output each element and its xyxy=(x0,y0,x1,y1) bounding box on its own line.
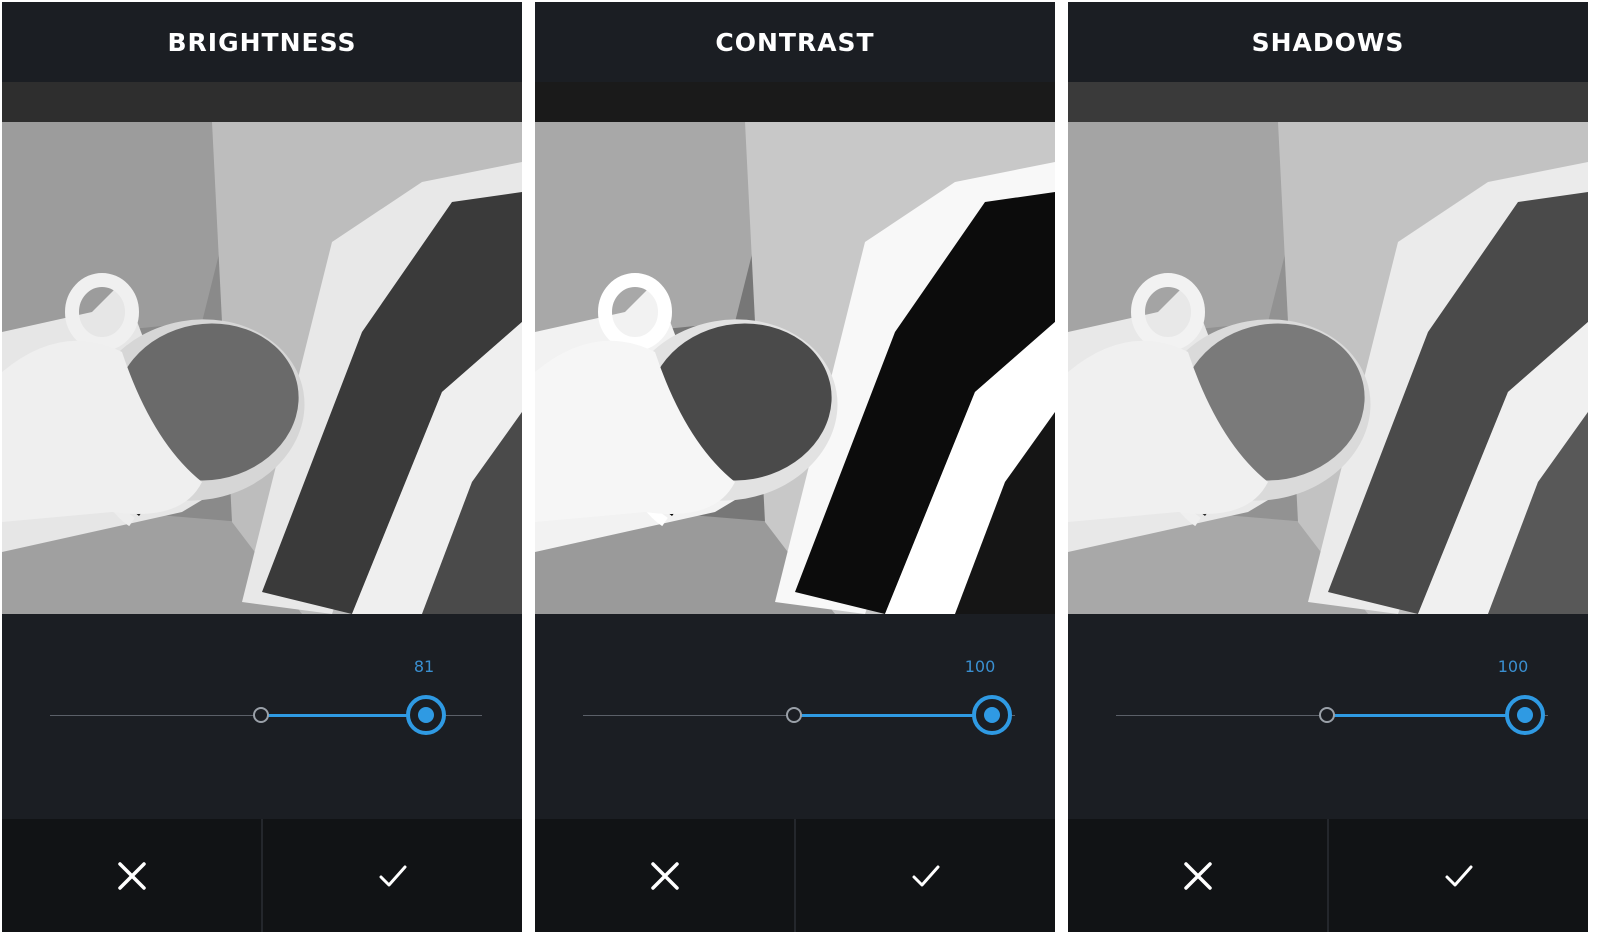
photo-preview xyxy=(1068,82,1588,614)
slider-value-label: 100 xyxy=(964,657,996,676)
cancel-button[interactable] xyxy=(2,819,263,932)
close-icon xyxy=(117,861,146,890)
photo-image xyxy=(535,82,1055,614)
photo-preview xyxy=(2,82,522,614)
slider-fill xyxy=(261,714,424,717)
checkmark-icon xyxy=(1445,865,1472,886)
slider-fill xyxy=(794,714,980,717)
action-bar xyxy=(2,819,522,932)
brightness-screen: BRIGHTNESS 81 xyxy=(2,2,522,932)
action-bar xyxy=(535,819,1055,932)
slider-value-label: 100 xyxy=(1497,657,1529,676)
screens-container: BRIGHTNESS 81 CONTRAST 100 SHADOWS 100 xyxy=(0,0,1600,934)
screen-title: SHADOWS xyxy=(1251,27,1405,57)
slider-area: 100 xyxy=(535,614,1055,819)
confirm-button[interactable] xyxy=(263,819,522,932)
checkmark-icon xyxy=(912,865,939,886)
title-bar: BRIGHTNESS xyxy=(2,2,522,82)
slider-center-marker xyxy=(253,707,269,723)
slider-fill xyxy=(1327,714,1513,717)
screen-title: CONTRAST xyxy=(715,27,875,57)
slider-center-marker xyxy=(1319,707,1335,723)
photo-image xyxy=(2,82,522,614)
photo-image xyxy=(1068,82,1588,614)
checkmark-icon xyxy=(379,865,406,886)
close-icon xyxy=(650,861,679,890)
slider-area: 81 xyxy=(2,614,522,819)
photo-preview xyxy=(535,82,1055,614)
slider-center-marker xyxy=(786,707,802,723)
cancel-button[interactable] xyxy=(1068,819,1329,932)
slider-area: 100 xyxy=(1068,614,1588,819)
action-bar xyxy=(1068,819,1588,932)
slider-knob[interactable] xyxy=(1505,695,1545,735)
confirm-button[interactable] xyxy=(1329,819,1588,932)
cancel-button[interactable] xyxy=(535,819,796,932)
title-bar: CONTRAST xyxy=(535,2,1055,82)
title-bar: SHADOWS xyxy=(1068,2,1588,82)
shadows-screen: SHADOWS 100 xyxy=(1068,2,1588,932)
slider-value-label: 81 xyxy=(413,657,435,676)
contrast-screen: CONTRAST 100 xyxy=(535,2,1055,932)
confirm-button[interactable] xyxy=(796,819,1055,932)
close-icon xyxy=(1183,861,1212,890)
slider-knob[interactable] xyxy=(406,695,446,735)
slider-knob[interactable] xyxy=(972,695,1012,735)
screen-title: BRIGHTNESS xyxy=(167,27,357,57)
